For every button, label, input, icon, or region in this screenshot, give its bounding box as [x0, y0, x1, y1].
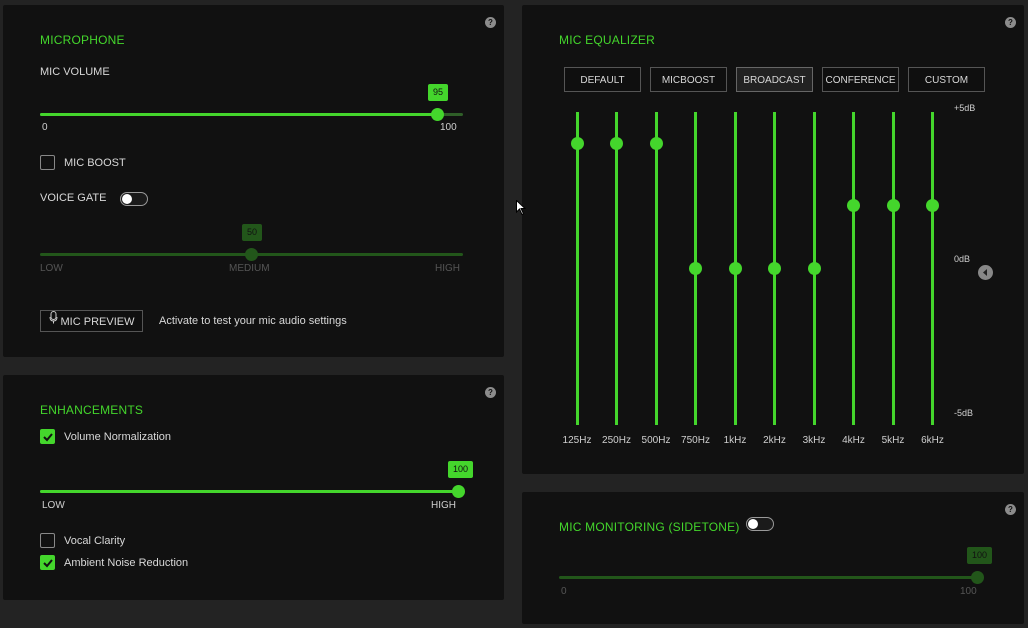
- panel-title: MIC MONITORING (SIDETONE): [559, 520, 740, 534]
- mic-volume-slider[interactable]: [40, 113, 463, 116]
- gate-low-label: LOW: [40, 263, 63, 274]
- eq-band-thumb[interactable]: [847, 199, 860, 213]
- panel-title: MIC EQUALIZER: [559, 33, 655, 47]
- eq-band-slider-250hz[interactable]: [615, 112, 618, 425]
- voice-gate-label: VOICE GATE: [40, 192, 107, 204]
- eq-band-thumb[interactable]: [689, 262, 702, 275]
- mic-preview-label: MIC PREVIEW: [60, 316, 135, 328]
- collapse-arrow-icon[interactable]: [978, 265, 993, 280]
- monitoring-panel: ? MIC MONITORING (SIDETONE) 100 0 100: [522, 492, 1024, 624]
- equalizer-panel: ? MIC EQUALIZER DEFAULT MICBOOST BROADCAST…: [522, 5, 1024, 474]
- eq-band-slider-4khz[interactable]: [852, 112, 855, 425]
- toggle-knob: [748, 519, 758, 529]
- check-icon: [43, 559, 53, 568]
- panel-title: MICROPHONE: [40, 33, 125, 47]
- eq-band-thumb[interactable]: [649, 136, 663, 150]
- eq-band-label: 500Hz: [641, 435, 671, 446]
- eq-band-label: 3kHz: [802, 435, 826, 446]
- normalization-value-badge: 100: [448, 461, 474, 478]
- preset-button-micboost[interactable]: MICBOOST: [650, 67, 727, 92]
- eq-band-label: 4kHz: [842, 435, 865, 446]
- preset-button-default[interactable]: DEFAULT: [564, 67, 641, 92]
- eq-band-label: 6kHz: [921, 435, 944, 446]
- monitoring-min-label: 0: [561, 586, 567, 597]
- monitoring-max-label: 100: [960, 586, 977, 597]
- preset-button-conference[interactable]: CONFERENCE: [822, 67, 899, 92]
- eq-band-thumb[interactable]: [610, 136, 623, 150]
- gate-high-label: HIGH: [435, 263, 460, 274]
- eq-band-label: 250Hz: [602, 435, 631, 446]
- ambient-noise-reduction-label: Ambient Noise Reduction: [64, 557, 189, 569]
- mic-volume-slider-thumb[interactable]: [431, 108, 444, 121]
- eq-band-thumb[interactable]: [768, 262, 781, 275]
- gate-slider-thumb[interactable]: [245, 248, 258, 261]
- microphone-icon: [49, 311, 58, 333]
- eq-band-slider-6khz[interactable]: [931, 112, 934, 425]
- preset-button-custom[interactable]: CUSTOM: [908, 67, 985, 92]
- microphone-panel: ? MICROPHONE MIC VOLUME 95 0 100 MIC BOO…: [3, 5, 504, 357]
- help-icon[interactable]: ?: [485, 17, 496, 28]
- ambient-noise-reduction-checkbox[interactable]: [40, 555, 55, 570]
- voice-gate-toggle[interactable]: [120, 192, 148, 206]
- vocal-clarity-checkbox[interactable]: [40, 533, 55, 548]
- volume-normalization-checkbox[interactable]: [40, 429, 55, 444]
- help-icon[interactable]: ?: [1005, 17, 1016, 28]
- vocal-clarity-label: Vocal Clarity: [64, 535, 126, 547]
- mic-boost-checkbox[interactable]: [40, 155, 55, 170]
- normalization-low-label: LOW: [42, 500, 65, 511]
- db-top-label: +5dB: [954, 103, 976, 113]
- normalization-slider[interactable]: [40, 490, 458, 493]
- gate-value-badge: 50: [242, 224, 263, 241]
- help-icon[interactable]: ?: [485, 387, 496, 398]
- mouse-cursor-icon: [516, 199, 527, 219]
- mic-preview-button[interactable]: MIC PREVIEW: [40, 310, 143, 332]
- monitoring-value-badge: 100: [967, 547, 993, 564]
- mic-volume-label: MIC VOLUME: [40, 66, 110, 78]
- eq-band-label: 125Hz: [562, 435, 592, 446]
- monitoring-toggle[interactable]: [746, 517, 774, 531]
- monitoring-slider-thumb[interactable]: [971, 571, 984, 584]
- check-icon: [43, 433, 53, 442]
- eq-band-thumb[interactable]: [728, 262, 742, 275]
- db-mid-label: 0dB: [954, 254, 971, 264]
- toggle-knob: [122, 194, 132, 204]
- monitoring-slider[interactable]: [559, 576, 977, 579]
- gate-medium-label: MEDIUM: [229, 263, 270, 274]
- help-icon[interactable]: ?: [1005, 504, 1016, 515]
- panel-title: ENHANCEMENTS: [40, 403, 144, 417]
- eq-band-slider-125hz[interactable]: [575, 112, 579, 425]
- mic-boost-label: MIC BOOST: [64, 157, 126, 169]
- mic-volume-max-label: 100: [440, 122, 457, 133]
- eq-band-thumb[interactable]: [570, 136, 584, 150]
- eq-band-slider-500hz[interactable]: [654, 112, 658, 425]
- eq-band-label: 750Hz: [681, 435, 710, 446]
- preset-button-broadcast[interactable]: BROADCAST: [736, 67, 813, 92]
- eq-band-label: 2kHz: [763, 435, 786, 446]
- normalization-slider-thumb[interactable]: [452, 485, 465, 498]
- eq-band-thumb[interactable]: [926, 199, 939, 213]
- mic-volume-value-badge: 95: [428, 84, 449, 101]
- eq-band-label: 1kHz: [723, 435, 747, 446]
- enhancements-panel: ? ENHANCEMENTS Volume Normalization 100 …: [3, 375, 504, 600]
- normalization-high-label: HIGH: [431, 500, 456, 511]
- eq-band-thumb[interactable]: [886, 199, 900, 213]
- db-bottom-label: -5dB: [954, 408, 974, 418]
- volume-normalization-label: Volume Normalization: [64, 431, 171, 443]
- mic-preview-hint: Activate to test your mic audio settings: [159, 315, 347, 327]
- eq-band-label: 5kHz: [881, 435, 905, 446]
- eq-band-thumb[interactable]: [807, 262, 821, 275]
- mic-volume-min-label: 0: [42, 122, 48, 133]
- eq-band-slider-5khz[interactable]: [891, 112, 895, 425]
